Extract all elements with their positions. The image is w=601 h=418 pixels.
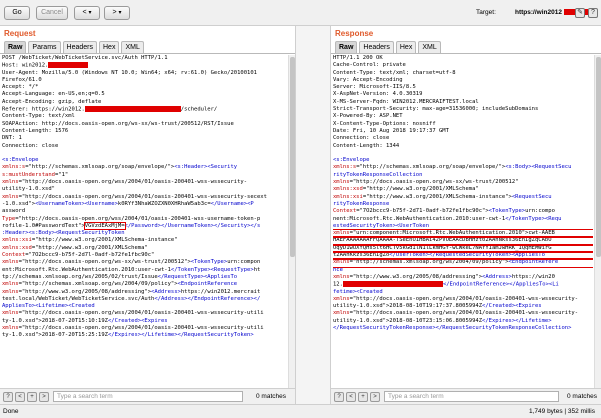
- back-dropdown-icon: ▾: [88, 10, 92, 16]
- target-label: Target:: [476, 9, 496, 16]
- request-tab-xml[interactable]: XML: [121, 41, 144, 53]
- request-tab-hex[interactable]: Hex: [99, 41, 120, 53]
- panel-gutter: [296, 26, 330, 404]
- add-icon[interactable]: +: [358, 392, 368, 402]
- add-icon[interactable]: +: [27, 392, 37, 402]
- response-tab-xml[interactable]: XML: [418, 41, 441, 53]
- response-title: Response: [335, 29, 374, 38]
- request-searchbar: ? < + > Type a search term 0 matches: [0, 388, 295, 404]
- request-tabs: Raw Params Headers Hex XML: [4, 41, 144, 53]
- status-bar: Done 1,749 bytes | 352 millis: [0, 404, 601, 418]
- request-tab-headers[interactable]: Headers: [62, 41, 97, 53]
- response-tabs: Raw Headers Hex XML: [335, 41, 441, 53]
- pencil-icon[interactable]: ✎: [575, 8, 585, 18]
- next-match-icon[interactable]: >: [370, 392, 380, 402]
- response-tab-hex[interactable]: Hex: [395, 41, 417, 53]
- back-button[interactable]: < ▾: [74, 6, 100, 20]
- forward-dropdown-icon: ▾: [118, 10, 122, 16]
- back-arrow-icon: <: [82, 9, 87, 16]
- scrollbar-thumb[interactable]: [596, 57, 601, 257]
- response-raw-editor[interactable]: HTTP/1.1 200 OK Cache-Control: private Con…: [333, 55, 593, 388]
- response-match-count: 0 matches: [567, 393, 597, 400]
- scrollbar-thumb[interactable]: [290, 57, 295, 257]
- request-raw-editor[interactable]: POST /WebTicket/WebTicketService.svc/Aut…: [2, 55, 287, 388]
- go-button[interactable]: Go: [4, 6, 30, 20]
- forward-arrow-icon: >: [112, 9, 117, 16]
- request-tab-params[interactable]: Params: [28, 41, 61, 53]
- redaction-mark: [84, 106, 181, 113]
- toolbar: Go Cancel < ▾ > ▾ Target: https://win201…: [0, 0, 601, 26]
- question-icon[interactable]: ?: [588, 8, 598, 18]
- prev-match-icon[interactable]: <: [15, 392, 25, 402]
- request-scrollbar[interactable]: [288, 55, 295, 388]
- prev-match-icon[interactable]: <: [346, 392, 356, 402]
- status-text: Done: [3, 408, 19, 415]
- next-match-icon[interactable]: >: [39, 392, 49, 402]
- response-size-timing: 1,749 bytes | 352 millis: [529, 408, 595, 415]
- response-searchbar: ? < + > Type a search term 0 matches: [331, 388, 601, 404]
- tab-divider: [0, 53, 295, 54]
- forward-button[interactable]: > ▾: [104, 6, 130, 20]
- request-tab-raw[interactable]: Raw: [4, 41, 27, 53]
- response-panel: Response Raw Headers Hex XML HTTP/1.1 20…: [330, 26, 601, 404]
- redaction-mark: [48, 62, 89, 69]
- request-title: Request: [4, 29, 36, 38]
- response-scrollbar[interactable]: [594, 55, 601, 388]
- response-tab-headers[interactable]: Headers: [359, 41, 394, 53]
- tab-divider: [331, 53, 601, 54]
- response-search-input[interactable]: Type a search term: [384, 391, 559, 402]
- cancel-button[interactable]: Cancel: [36, 6, 68, 20]
- redaction-mark: [342, 281, 443, 288]
- help-icon[interactable]: ?: [3, 392, 13, 402]
- request-search-input[interactable]: Type a search term: [53, 391, 243, 402]
- request-panel: Request Raw Params Headers Hex XML POST …: [0, 26, 296, 404]
- request-match-count: 0 matches: [256, 393, 286, 400]
- help-icon[interactable]: ?: [334, 392, 344, 402]
- response-tab-raw[interactable]: Raw: [335, 41, 358, 53]
